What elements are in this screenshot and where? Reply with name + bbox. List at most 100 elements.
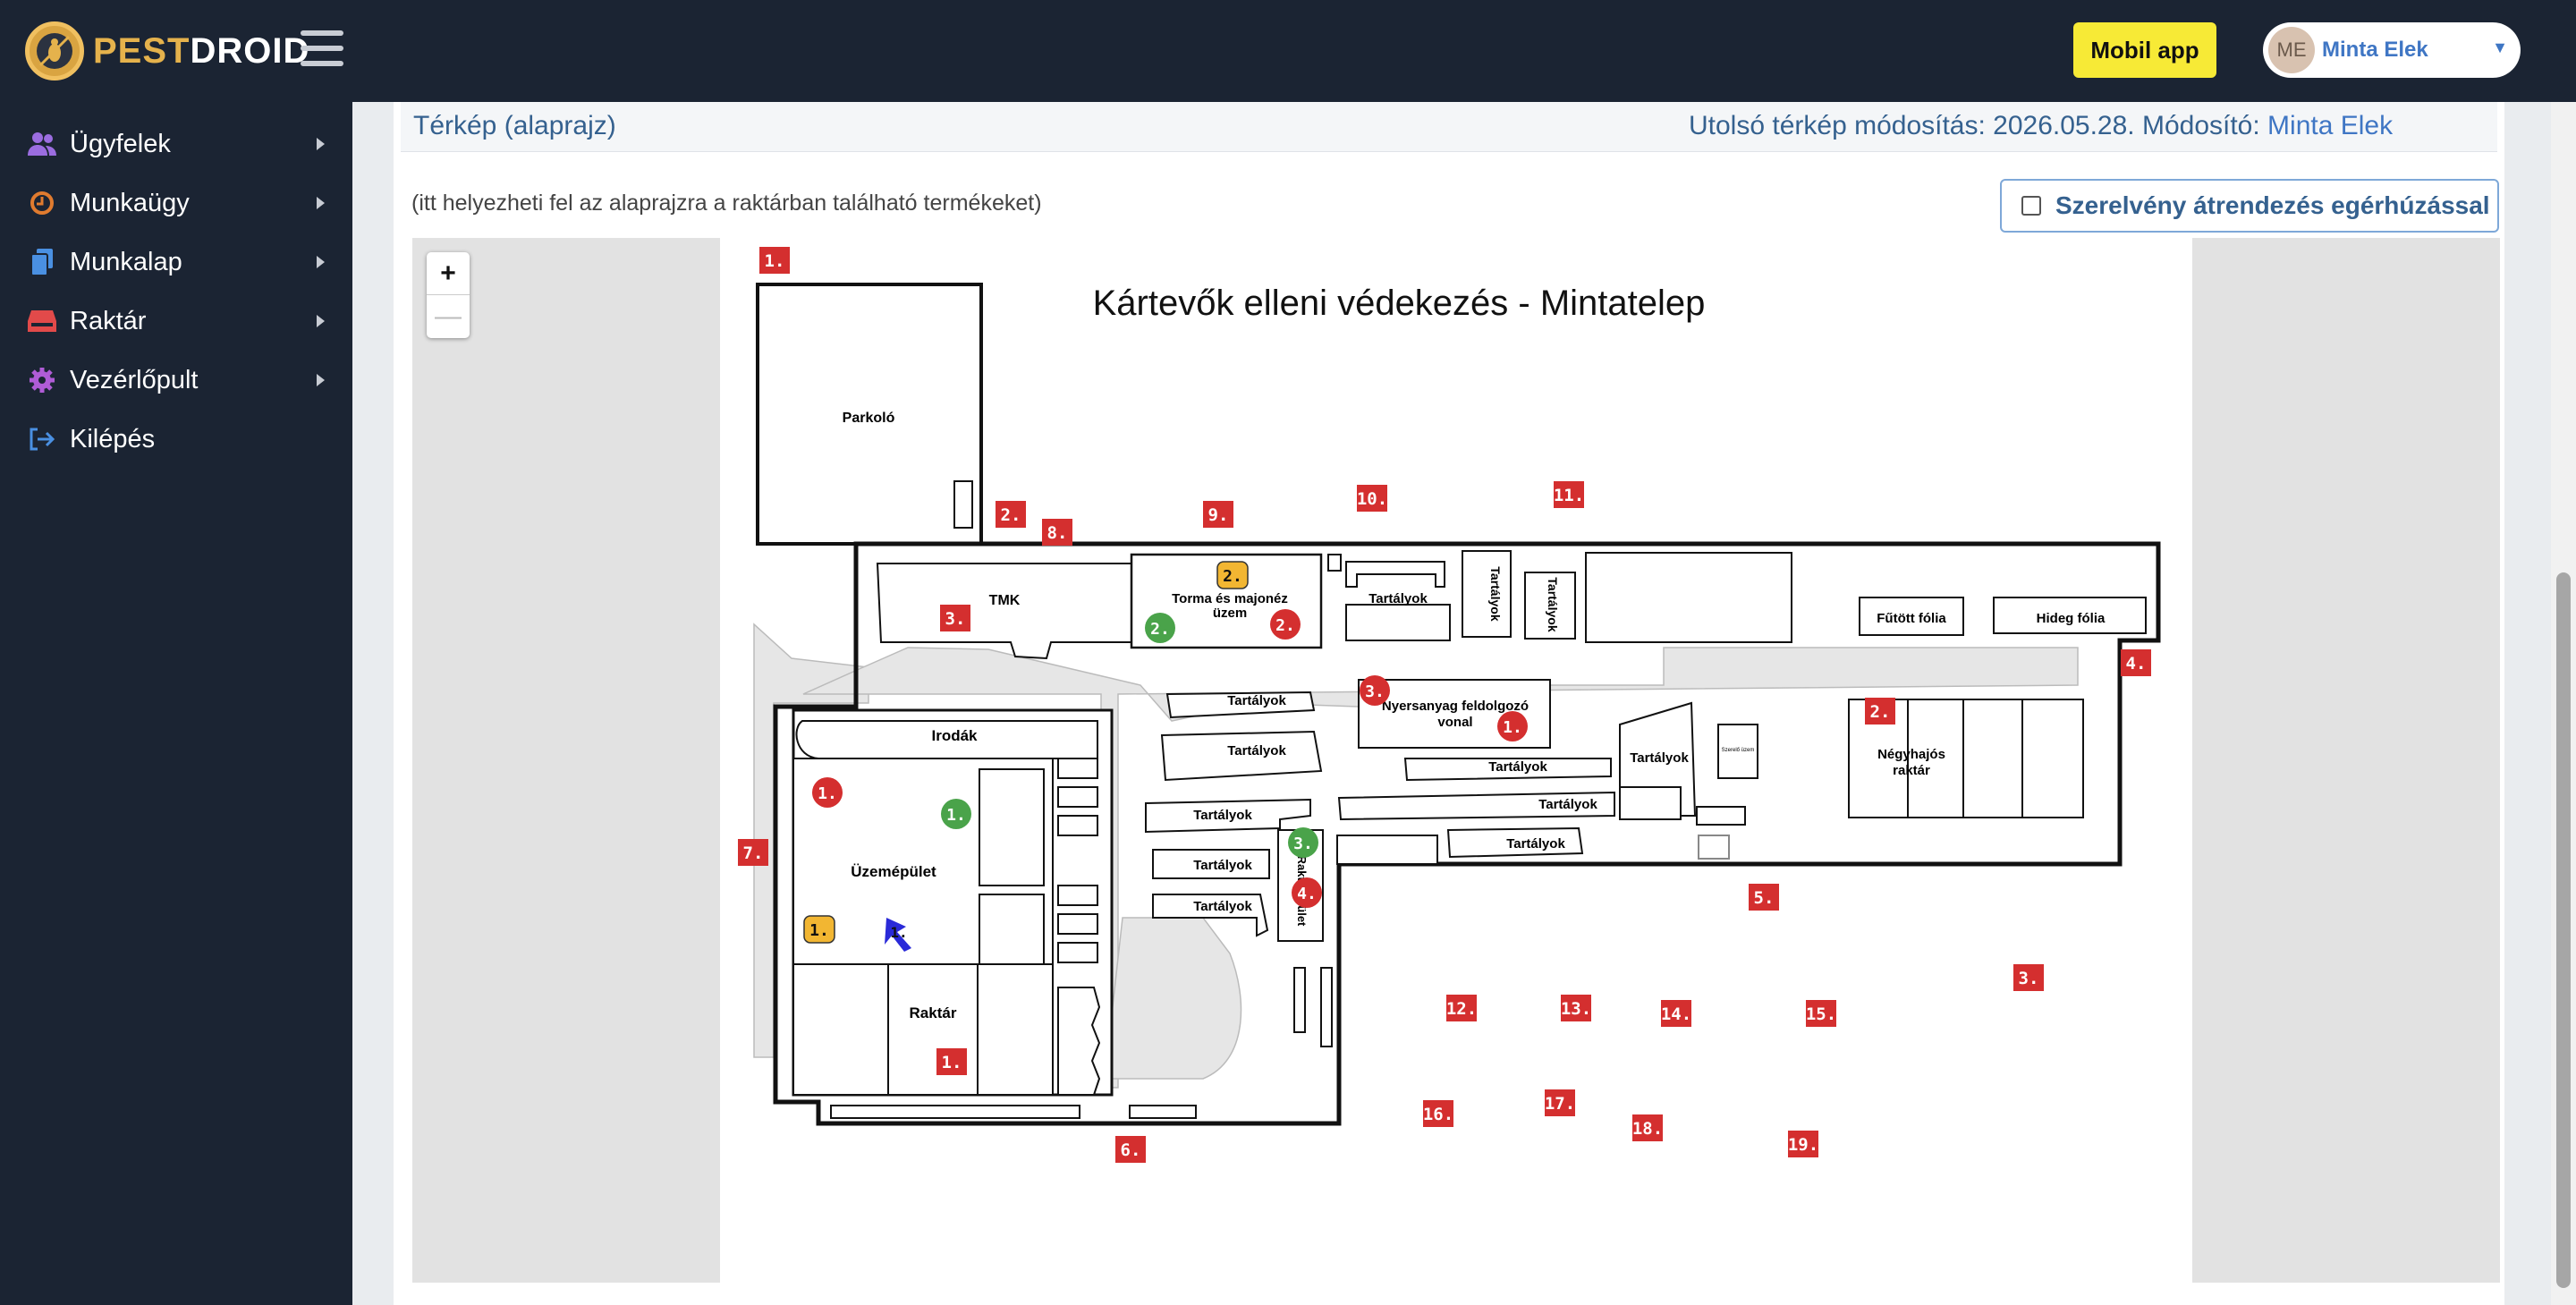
warehouse-icon: [27, 306, 57, 336]
marker-label: 2.: [1223, 567, 1242, 586]
user-name: Minta Elek: [2322, 38, 2428, 62]
marker-label: 1.: [890, 924, 907, 941]
modifier-name: Minta Elek: [2267, 111, 2394, 140]
sidebar-item-label: Raktár: [70, 306, 147, 335]
logo[interactable]: PESTDROID: [25, 20, 309, 82]
sidebar-item-kilepes[interactable]: Kilépés: [0, 411, 352, 467]
room-label-tartalyok: Tartályok: [1488, 566, 1503, 621]
documents-icon: [27, 247, 57, 277]
last-modified-label: Utolsó térkép módosítás: 2026.05.28. Mód…: [1689, 111, 2260, 140]
marker-label: 4.: [1297, 885, 1317, 903]
last-modified-info: Utolsó térkép módosítás: 2026.05.28. Mód…: [1689, 111, 2393, 141]
marker-label: 2.: [1870, 702, 1891, 722]
marker-label: 18.: [1632, 1119, 1663, 1139]
sidebar: Ügyfelek Munkaügy Munkalap Raktár Vezérl…: [0, 102, 352, 1305]
marker-label: 1.: [946, 806, 966, 825]
room-label-irodak: Irodák: [931, 727, 978, 744]
sidebar-item-raktar[interactable]: Raktár: [0, 293, 352, 349]
drag-rearrange-checkbox[interactable]: Szerelvény átrendezés egérhúzással: [2000, 179, 2499, 233]
marker-label: 4.: [2126, 654, 2147, 674]
marker-label: 2.: [1150, 620, 1170, 639]
logo-text-droid: DROID: [190, 30, 310, 71]
room-label-negyhajos-2: raktár: [1893, 763, 1930, 778]
mobile-app-button[interactable]: Mobil app: [2073, 22, 2216, 78]
room-label-tartalyok: Tartályok: [1630, 750, 1689, 766]
drag-rearrange-label: Szerelvény átrendezés egérhúzással: [2055, 191, 2490, 219]
room-label-negyhajos: Négyhajós: [1877, 747, 1945, 762]
sidebar-item-label: Munkaügy: [70, 188, 190, 217]
sidebar-item-munkaugy[interactable]: Munkaügy: [0, 175, 352, 231]
room-label-tartalyok: Tartályok: [1193, 808, 1252, 823]
map-viewport[interactable]: Kártevők elleni védekezés - Mintatelep P…: [412, 238, 2500, 1283]
marker-label: 2.: [1275, 616, 1295, 635]
room-label-tartalyok: Tartályok: [1368, 591, 1428, 606]
marker-label: 6.: [1121, 1140, 1141, 1160]
sidebar-item-label: Kilépés: [70, 424, 156, 453]
gear-icon: [27, 365, 57, 395]
room-label-tartalyok: Tartályok: [1538, 797, 1597, 812]
user-menu-dropdown[interactable]: ME Minta Elek ▼: [2263, 22, 2521, 78]
logout-icon: [27, 424, 57, 454]
sidebar-item-vezerlopult[interactable]: Vezérlőpult: [0, 352, 352, 408]
marker-label: 11.: [1554, 486, 1584, 505]
menu-toggle-icon[interactable]: [301, 30, 343, 66]
room-label-tmk: TMK: [989, 593, 1021, 608]
marker-label: 1.: [818, 784, 837, 803]
marker-label: 1.: [765, 251, 785, 271]
room-label-tartalyok: Tartályok: [1193, 858, 1252, 873]
marker-label: 16.: [1423, 1105, 1453, 1124]
room-label-tartalyok: Tartályok: [1488, 759, 1547, 775]
room-label-hideg-folia: Hideg fólia: [2037, 611, 2106, 626]
marker-label: 15.: [1806, 1004, 1836, 1024]
floor-plan-image[interactable]: Kártevők elleni védekezés - Mintatelep P…: [720, 238, 2192, 1283]
marker-label: 1.: [1503, 718, 1522, 737]
marker-label: 2.: [1001, 505, 1021, 525]
floor-plan-drawing: Kártevők elleni védekezés - Mintatelep P…: [738, 247, 2161, 1163]
room-label-tartalyok: Tartályok: [1506, 836, 1565, 852]
room-label-tartalyok: Tartályok: [1546, 577, 1560, 631]
room-label-torma-2: üzem: [1213, 606, 1247, 621]
marker-label: 19.: [1788, 1135, 1818, 1155]
marker-label: 3.: [2019, 969, 2039, 988]
caret-down-icon: ▼: [2492, 38, 2508, 56]
chevron-right-icon: [317, 256, 325, 268]
scrollbar-thumb[interactable]: [2556, 572, 2571, 1288]
room-label-tartalyok: Tartályok: [1227, 743, 1286, 758]
marker-label: 12.: [1446, 999, 1477, 1019]
room-label-futott-folia: Fűtött fólia: [1877, 611, 1946, 626]
marker-label: 7.: [743, 843, 764, 863]
marker-label: 1.: [809, 921, 829, 940]
room-label-tartalyok: Tartályok: [1227, 693, 1286, 708]
sidebar-item-label: Munkalap: [70, 247, 182, 276]
map-title: Kártevők elleni védekezés - Mintatelep: [1093, 284, 1706, 323]
sidebar-item-ugyfelek[interactable]: Ügyfelek: [0, 116, 352, 172]
page-scrollbar[interactable]: [2551, 102, 2576, 1305]
avatar: ME: [2268, 27, 2315, 73]
logo-bug-icon: [25, 21, 84, 81]
chevron-right-icon: [317, 315, 325, 327]
room-label-parkolo: Parkoló: [843, 411, 895, 426]
marker-label: 9.: [1208, 505, 1229, 525]
room-label-uzemepulet: Üzemépület: [851, 863, 936, 880]
clock-icon: [27, 188, 57, 218]
marker-label: 17.: [1545, 1094, 1575, 1114]
marker-label: 1.: [942, 1053, 962, 1072]
zoom-out-button[interactable]: —: [427, 295, 470, 338]
top-navbar: PESTDROID Mobil app ME Minta Elek ▼: [0, 0, 2576, 102]
room-label-torma: Torma és majonéz: [1172, 591, 1288, 606]
marker-label: 5.: [1754, 888, 1775, 908]
room-label-small: Szerelő üzem: [1722, 748, 1755, 753]
logo-text-pest: PEST: [93, 30, 191, 71]
sidebar-item-label: Ügyfelek: [70, 129, 171, 158]
scrollbar-track-top: [2551, 0, 2576, 102]
marker-label: 3.: [1365, 682, 1385, 701]
marker-label: 14.: [1661, 1004, 1691, 1024]
map-hint-text: (itt helyezheti fel az alaprajzra a rakt…: [411, 191, 1042, 216]
chevron-right-icon: [317, 138, 325, 150]
zoom-in-button[interactable]: +: [427, 252, 470, 295]
chevron-right-icon: [317, 197, 325, 209]
sidebar-item-munkalap[interactable]: Munkalap: [0, 234, 352, 290]
marker-label: 13.: [1561, 999, 1591, 1019]
checkbox-icon[interactable]: [2021, 196, 2041, 216]
room-label-raktar: Raktár: [910, 1004, 957, 1021]
